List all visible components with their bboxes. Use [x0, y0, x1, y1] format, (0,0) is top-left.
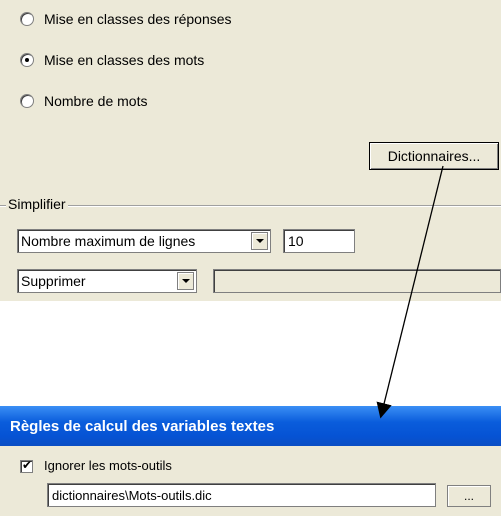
mode-select[interactable]: Nombre maximum de lignes [17, 229, 271, 253]
radio-classes-reponses[interactable]: Mise en classes des réponses [20, 9, 232, 29]
ignore-stopwords-checkbox[interactable]: ✔ [20, 458, 33, 473]
radio-button-icon[interactable] [20, 94, 34, 108]
radio-button-selected-icon[interactable] [20, 53, 34, 67]
radio-button-icon[interactable] [20, 12, 34, 26]
radio-label: Mise en classes des mots [44, 52, 205, 68]
chevron-down-icon[interactable] [177, 272, 194, 290]
action-select[interactable]: Supprimer [17, 269, 197, 293]
radio-label: Nombre de mots [44, 93, 148, 109]
browse-button[interactable]: ... [447, 485, 491, 507]
action-text-field[interactable] [213, 269, 501, 293]
simplify-group-label: Simplifier [6, 196, 68, 212]
radio-classes-mots[interactable]: Mise en classes des mots [20, 50, 204, 70]
mode-select-value: Nombre maximum de lignes [21, 233, 196, 249]
group-divider [0, 205, 501, 207]
rules-dialog: Règles de calcul des variables textes ✔ … [0, 406, 501, 516]
radio-nombre-mots[interactable]: Nombre de mots [20, 91, 147, 111]
radio-label: Mise en classes des réponses [44, 11, 232, 27]
action-select-value: Supprimer [21, 273, 86, 289]
count-input[interactable]: 10 [283, 229, 355, 253]
dialog-title: Règles de calcul des variables textes [0, 406, 501, 446]
chevron-down-icon[interactable] [251, 232, 268, 250]
checkmark-icon: ✔ [22, 458, 33, 472]
dictionaries-button[interactable]: Dictionnaires... [369, 142, 499, 170]
options-panel: Mise en classes des réponses Mise en cla… [0, 0, 501, 301]
dictionary-path-input[interactable]: dictionnaires\Mots-outils.dic [47, 483, 436, 507]
ignore-stopwords-label: Ignorer les mots-outils [44, 458, 172, 473]
